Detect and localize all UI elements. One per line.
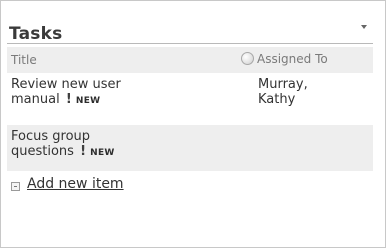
webpart-header: Tasks — [7, 15, 373, 44]
column-header-assigned-to-label: Assigned To — [257, 52, 328, 66]
column-header-title[interactable]: Title — [11, 53, 37, 67]
task-title-cell: Review new user manual ! NEW — [11, 77, 201, 109]
priority-exclamation-icon: ! — [65, 92, 72, 107]
webpart-title[interactable]: Tasks — [9, 24, 62, 44]
table-row: Review new user manual ! NEW Murray, Kathy — [7, 73, 373, 125]
add-new-item-row: Add new item — [7, 175, 373, 199]
table-row: Focus group questions ! NEW — [7, 125, 373, 171]
task-title-link[interactable]: Focus group questions — [11, 129, 90, 159]
new-badge: NEW — [90, 148, 115, 158]
priority-exclamation-icon: ! — [80, 144, 87, 159]
assigned-to-cell[interactable]: Murray, Kathy — [258, 77, 348, 107]
task-title-cell: Focus group questions ! NEW — [11, 129, 201, 161]
new-badge: NEW — [75, 96, 101, 106]
column-header-assigned-to[interactable]: Assigned To — [241, 52, 328, 66]
tasks-webpart: Tasks Title Assigned To Review new user m… — [7, 15, 373, 199]
webpart-menu-arrow-icon[interactable] — [361, 25, 367, 29]
presence-icon — [241, 52, 254, 65]
add-item-icon — [11, 182, 20, 191]
assigned-to-cell[interactable] — [258, 129, 348, 144]
page-frame: Tasks Title Assigned To Review new user m… — [0, 0, 386, 248]
column-header-row: Title Assigned To — [7, 47, 373, 73]
add-new-item-link[interactable]: Add new item — [27, 176, 124, 192]
